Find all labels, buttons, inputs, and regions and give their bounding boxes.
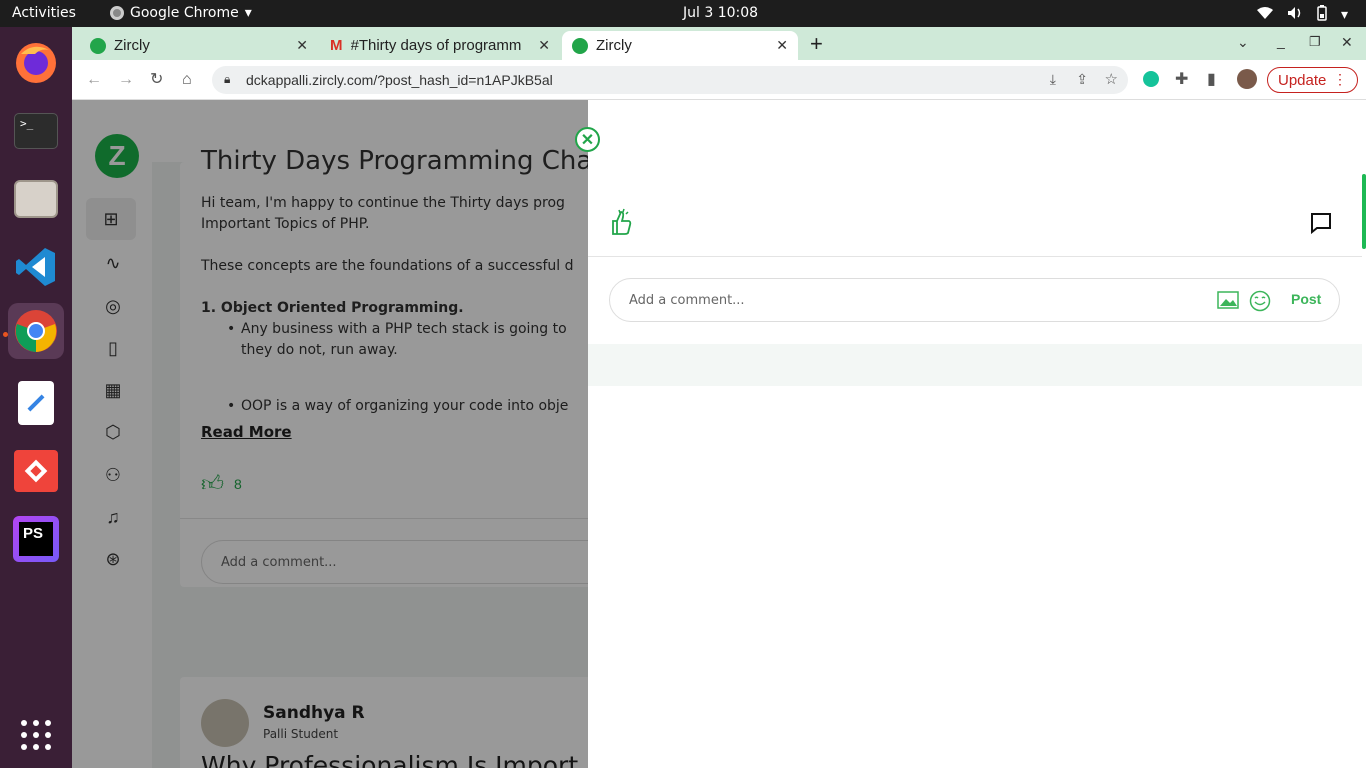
- extensions-icon[interactable]: ✚: [1175, 70, 1188, 90]
- chrome-small-icon: [110, 6, 124, 20]
- battery-icon: [1317, 5, 1327, 25]
- drawer-divider: [588, 256, 1362, 257]
- activities-button[interactable]: Activities: [12, 5, 76, 21]
- scrollbar-thumb[interactable]: [1362, 174, 1366, 249]
- comment-placeholder: Add a comment...: [629, 293, 745, 308]
- post-detail-drawer: Add a comment... Post: [588, 100, 1366, 768]
- emoji-icon[interactable]: [1249, 290, 1271, 317]
- side-panel-icon[interactable]: ▮: [1207, 70, 1216, 90]
- close-tab-icon[interactable]: ✕: [776, 37, 788, 54]
- app-menu[interactable]: Google Chrome ▾: [110, 5, 252, 21]
- close-tab-icon[interactable]: ✕: [538, 37, 550, 54]
- app-name: Google Chrome: [130, 5, 239, 21]
- back-icon[interactable]: ←: [86, 70, 102, 90]
- update-label: Update: [1278, 71, 1327, 89]
- maximize-button[interactable]: ❐: [1309, 34, 1321, 50]
- power-menu-icon: ▾: [1340, 7, 1348, 23]
- tab-label: Zircly: [114, 37, 150, 54]
- tab-label: #Thirty days of programm: [350, 37, 522, 54]
- browser-toolbar: ← → ↻ ⌂ 🔒︎ dckappalli.zircly.com/?post_h…: [72, 60, 1366, 100]
- close-drawer-button[interactable]: ✕: [575, 127, 600, 152]
- volume-icon: [1287, 6, 1303, 24]
- files-icon[interactable]: [8, 171, 64, 227]
- image-upload-icon[interactable]: [1217, 291, 1239, 314]
- address-bar[interactable]: 🔒︎ dckappalli.zircly.com/?post_hash_id=n…: [212, 66, 1128, 94]
- tab-gmail[interactable]: M #Thirty days of programm ✕: [320, 31, 560, 60]
- tab-zircly-1[interactable]: Zircly ✕: [80, 31, 318, 60]
- close-icon: ✕: [580, 131, 595, 149]
- comments-area: [588, 344, 1362, 386]
- close-tab-icon[interactable]: ✕: [296, 37, 308, 54]
- tab-label: Zircly: [596, 37, 632, 54]
- vscode-icon[interactable]: [8, 239, 64, 295]
- app-grid-icon[interactable]: [8, 707, 64, 763]
- comment-toggle-button[interactable]: [1310, 212, 1332, 239]
- system-top-bar: Activities Google Chrome ▾ Jul 3 10:08 ▾: [0, 0, 1366, 27]
- text-editor-icon[interactable]: [8, 375, 64, 431]
- share-icon[interactable]: ⇪: [1076, 71, 1088, 88]
- system-tray[interactable]: ▾: [1256, 5, 1348, 25]
- dock: >_ PS: [0, 27, 72, 768]
- wifi-icon: [1256, 6, 1273, 24]
- update-button[interactable]: Update ⋮: [1267, 67, 1358, 93]
- url-text: dckappalli.zircly.com/?post_hash_id=n1AP…: [246, 72, 553, 88]
- post-comment-button[interactable]: Post: [1291, 291, 1321, 307]
- minimize-button[interactable]: _: [1277, 33, 1285, 49]
- forward-icon[interactable]: →: [118, 70, 134, 90]
- firefox-icon[interactable]: [8, 35, 64, 91]
- gmail-favicon-icon: M: [330, 37, 343, 54]
- zircly-favicon-icon: [90, 37, 106, 54]
- new-tab-button[interactable]: +: [810, 31, 823, 57]
- tab-zircly-active[interactable]: Zircly ✕: [562, 31, 798, 60]
- kebab-menu-icon[interactable]: ⋮: [1333, 71, 1347, 88]
- home-icon[interactable]: ⌂: [182, 70, 192, 90]
- grammarly-icon[interactable]: [1143, 71, 1159, 87]
- reload-icon[interactable]: ↻: [150, 70, 163, 90]
- comment-input[interactable]: Add a comment... Post: [609, 278, 1340, 322]
- tab-search-icon[interactable]: ⌄: [1237, 34, 1249, 51]
- anydesk-icon[interactable]: [8, 443, 64, 499]
- modal-backdrop[interactable]: [72, 100, 588, 768]
- phpstorm-icon[interactable]: PS: [8, 511, 64, 567]
- profile-avatar[interactable]: [1237, 69, 1257, 89]
- chrome-icon[interactable]: [8, 303, 64, 359]
- clock[interactable]: Jul 3 10:08: [683, 5, 758, 21]
- running-indicator: [3, 332, 8, 337]
- window-close-button[interactable]: ✕: [1341, 34, 1353, 51]
- zircly-favicon-icon: [572, 37, 588, 54]
- terminal-icon[interactable]: >_: [8, 103, 64, 159]
- lock-icon: 🔒︎: [224, 72, 231, 86]
- comment-bubble-icon: [1310, 213, 1332, 238]
- tab-strip: Zircly ✕ M #Thirty days of programm ✕ Zi…: [72, 27, 1366, 60]
- install-icon[interactable]: ⤓: [1050, 71, 1056, 88]
- like-button[interactable]: [609, 208, 633, 243]
- caret-down-icon: ▾: [244, 5, 252, 21]
- bookmark-star-icon[interactable]: ☆: [1105, 70, 1118, 88]
- thumbs-up-outline-icon: [609, 208, 633, 242]
